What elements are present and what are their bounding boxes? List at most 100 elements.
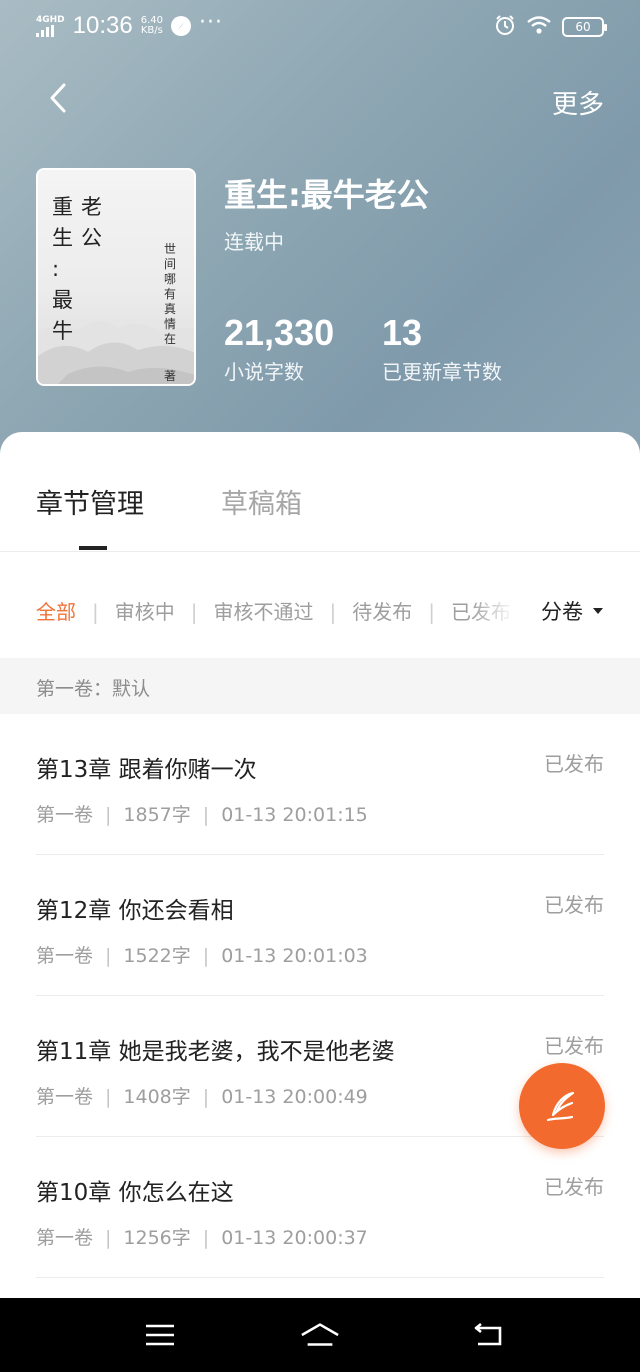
author-char: 情	[164, 317, 177, 331]
chapter-time: 01-13 20:00:37	[221, 1227, 368, 1249]
status-overflow: ···	[198, 9, 223, 35]
cover-title-col-2: 老 公	[81, 192, 102, 347]
book-cover: 老 公 重 生 : 最 牛 世 间 哪 有 真 情 在 著	[36, 168, 196, 386]
word-count-label: 小说字数	[224, 360, 304, 384]
chapter-volume: 第一卷	[36, 1086, 94, 1108]
chapter-time: 01-13 20:01:15	[221, 804, 368, 826]
system-nav-bar	[0, 1298, 640, 1372]
chapter-title: 第10章 你怎么在这	[36, 1180, 234, 1206]
volume-dropdown-label: 分卷	[541, 600, 583, 624]
status-bar: 4GHD 10:36 6.40 KB/s ··· 60	[0, 0, 640, 50]
chapter-meta: 第一卷 | 1857字 | 01-13 20:01:15	[36, 804, 368, 826]
cover-char: 生	[52, 226, 73, 250]
chapter-time: 01-13 20:00:49	[221, 1086, 368, 1108]
network-speed: 6.40 KB/s	[141, 16, 163, 36]
cover-char: 最	[52, 288, 73, 312]
filter-pending[interactable]: 待发布	[352, 600, 412, 624]
filter-reviewing[interactable]: 审核中	[115, 600, 175, 624]
cover-author: 世 间 哪 有 真 情 在 著	[164, 242, 176, 384]
write-chapter-button[interactable]	[519, 1063, 605, 1149]
cover-char: 公	[81, 226, 102, 250]
chapter-row[interactable]: 第13章 跟着你赌一次 第一卷 | 1857字 | 01-13 20:01:15 已发布	[36, 714, 604, 855]
chapter-volume: 第一卷	[36, 945, 94, 967]
nav-back-button[interactable]	[468, 1315, 508, 1355]
back-button[interactable]	[40, 80, 76, 116]
filter-fade	[470, 582, 520, 638]
chapter-title: 第13章 跟着你赌一次	[36, 757, 257, 783]
menu-icon	[146, 1324, 174, 1346]
chapter-row[interactable]: 第12章 你还会看相 第一卷 | 1522字 | 01-13 20:01:03 已发布	[36, 855, 604, 996]
chapter-count-value: 13	[382, 312, 423, 353]
chapter-status: 已发布	[544, 1175, 604, 1199]
status-time: 10:36	[72, 12, 133, 39]
status-right: 60	[494, 14, 607, 40]
author-char: 在	[164, 332, 177, 346]
tab-bar: 章节管理 草稿箱	[0, 432, 640, 552]
author-char: 世	[164, 242, 177, 256]
home-icon	[301, 1323, 339, 1346]
chapter-meta: 第一卷 | 1522字 | 01-13 20:01:03	[36, 945, 368, 967]
wifi-icon	[526, 15, 552, 39]
volume-header: 第一卷：默认	[0, 658, 640, 714]
return-icon	[474, 1322, 502, 1346]
compass-icon	[170, 16, 191, 36]
word-count-value: 21,330	[224, 312, 335, 353]
more-button[interactable]: 更多	[552, 84, 604, 121]
network-label: 4GHD	[36, 14, 65, 25]
volume-dropdown[interactable]: 分卷	[541, 596, 603, 626]
author-char: 哪	[164, 272, 177, 286]
chevron-left-icon	[50, 83, 66, 113]
book-header: 4GHD 10:36 6.40 KB/s ··· 60 更多 老 公 重 生:…	[0, 0, 640, 470]
filter-list: 全部|审核中|审核不通过|待发布|已发布	[36, 596, 516, 625]
filter-rejected[interactable]: 审核不通过	[214, 600, 314, 624]
volume-header-label: 第一卷：默认	[36, 678, 151, 700]
chapter-row[interactable]: 第10章 你怎么在这 第一卷 | 1256字 | 01-13 20:00:37 已发布	[36, 1137, 604, 1278]
chapter-count-stat: 13 已更新章节数	[382, 312, 502, 385]
chapter-words: 1857字	[123, 804, 191, 826]
chapter-status: 已发布	[544, 752, 604, 776]
status-left: 4GHD 10:36 6.40 KB/s ···	[36, 9, 223, 40]
speed-unit: KB/s	[140, 25, 163, 36]
cover-char: 老	[81, 195, 102, 219]
nav-home-button[interactable]	[300, 1315, 340, 1355]
chapter-sheet: 章节管理 草稿箱 全部|审核中|审核不通过|待发布|已发布 分卷 第一卷：默认 …	[0, 432, 640, 1298]
author-char: 间	[164, 257, 177, 271]
chapter-time: 01-13 20:01:03	[221, 945, 368, 967]
quill-pen-icon	[546, 1091, 575, 1122]
caret-down-icon	[593, 608, 603, 614]
chapter-row[interactable]: 第11章 她是我老婆，我不是他老婆 第一卷 | 1408字 | 01-13 20:00:…	[36, 996, 604, 1137]
chapter-title: 第11章 她是我老婆，我不是他老婆	[36, 1039, 395, 1065]
chapter-status: 已发布	[544, 893, 604, 917]
author-char: 真	[164, 302, 177, 316]
signal-icon	[36, 24, 54, 37]
chapter-words: 1408字	[123, 1086, 191, 1108]
author-char: 有	[164, 287, 177, 301]
chapter-words: 1522字	[123, 945, 191, 967]
filter-all[interactable]: 全部	[36, 600, 76, 624]
tab-indicator	[79, 546, 107, 550]
tab-chapter-management[interactable]: 章节管理	[36, 482, 144, 521]
chapter-status: 已发布	[544, 1034, 604, 1058]
cover-char: 牛	[52, 319, 73, 343]
status-filter-bar: 全部|审核中|审核不通过|待发布|已发布 分卷	[0, 582, 640, 638]
cover-title-col-1: 重 生 : 最 牛	[52, 192, 73, 347]
book-title: 重生:最牛老公	[224, 176, 429, 214]
cover-title: 老 公 重 生 : 最 牛	[52, 192, 102, 347]
word-count-stat: 21,330 小说字数	[224, 312, 334, 385]
alarm-icon	[494, 14, 516, 40]
author-suffix: 著	[164, 369, 177, 383]
chapter-volume: 第一卷	[36, 804, 94, 826]
chapter-title: 第12章 你还会看相	[36, 898, 234, 924]
battery-level: 60	[575, 20, 591, 34]
cover-char: :	[52, 257, 60, 281]
chapter-count-label: 已更新章节数	[382, 360, 502, 384]
tab-drafts[interactable]: 草稿箱	[221, 482, 302, 521]
chapter-words: 1256字	[123, 1227, 191, 1249]
chapter-volume: 第一卷	[36, 1227, 94, 1249]
cover-char: 重	[52, 195, 73, 219]
book-status: 连载中	[224, 230, 284, 254]
network-indicator: 4GHD	[36, 14, 65, 37]
nav-menu-button[interactable]	[140, 1315, 180, 1355]
chapter-meta: 第一卷 | 1256字 | 01-13 20:00:37	[36, 1227, 368, 1249]
chapter-meta: 第一卷 | 1408字 | 01-13 20:00:49	[36, 1086, 368, 1108]
